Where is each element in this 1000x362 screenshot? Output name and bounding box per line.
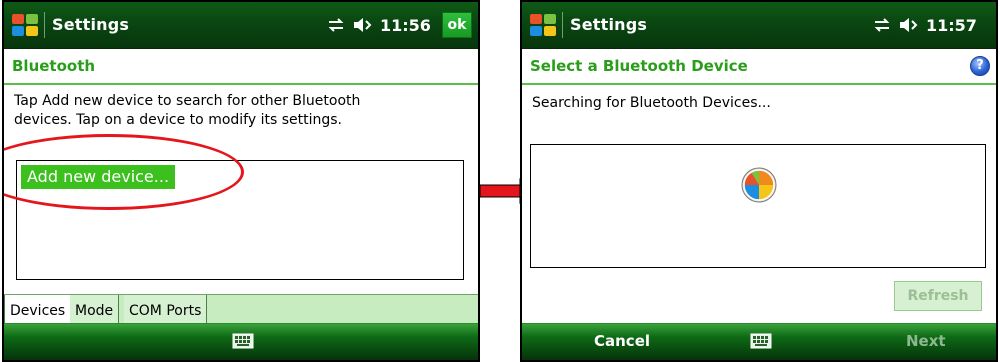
windows-start-icon[interactable] (10, 11, 40, 39)
ok-button[interactable]: ok (442, 12, 472, 38)
status-area: 11:57 (872, 13, 977, 37)
menu-bar: Cancel Next (522, 323, 996, 360)
stage: Settings 11:56 ok Bluetooth Tap Add new … (0, 0, 1000, 362)
list-item-add-new-device[interactable]: Add new device... (21, 165, 176, 189)
clock[interactable]: 11:57 (926, 16, 977, 35)
title-bar: Settings 11:56 ok (4, 2, 478, 49)
cancel-softkey[interactable]: Cancel (594, 332, 650, 350)
keyboard-icon[interactable] (232, 333, 254, 349)
next-softkey[interactable]: Next (906, 332, 946, 350)
subheading-text: Bluetooth (12, 57, 96, 75)
help-icon[interactable]: ? (970, 56, 990, 76)
connectivity-icon[interactable] (872, 16, 892, 34)
title-bar: Settings 11:57 (522, 2, 996, 49)
window-title: Settings (570, 15, 648, 34)
windows-start-icon[interactable] (528, 11, 558, 39)
title-separator (44, 12, 45, 38)
page-subheading: Bluetooth (4, 49, 478, 85)
volume-icon[interactable] (352, 16, 374, 34)
title-separator (562, 12, 563, 38)
page-subheading: Select a Bluetooth Device (522, 49, 996, 85)
subheading-text: Select a Bluetooth Device (530, 57, 748, 75)
connectivity-icon[interactable] (326, 16, 346, 34)
clock[interactable]: 11:56 (380, 16, 431, 35)
description-text: Tap Add new device to search for other B… (14, 93, 361, 128)
menu-bar (4, 323, 478, 360)
keyboard-icon[interactable] (750, 333, 772, 349)
right-screen: Settings 11:57 Select a Bluetooth Device… (520, 0, 998, 362)
left-screen: Settings 11:56 ok Bluetooth Tap Add new … (2, 0, 480, 362)
volume-icon[interactable] (898, 16, 920, 34)
device-list[interactable]: Add new device... (16, 160, 464, 280)
status-text: Searching for Bluetooth Devices... (532, 95, 771, 111)
window-title: Settings (52, 15, 130, 34)
refresh-button[interactable]: Refresh (894, 281, 982, 311)
busy-spinner-icon (741, 167, 777, 203)
status-area: 11:56 (326, 13, 431, 37)
device-search-list[interactable] (530, 144, 986, 268)
